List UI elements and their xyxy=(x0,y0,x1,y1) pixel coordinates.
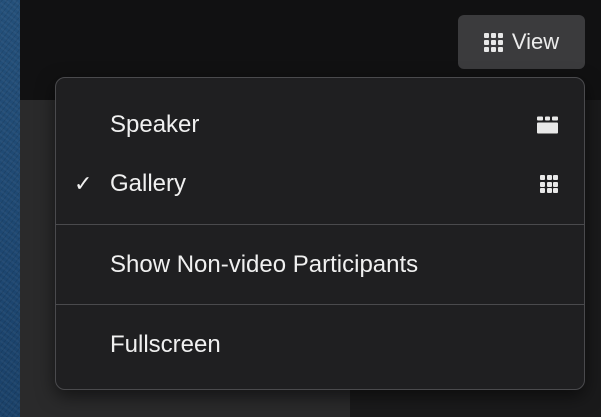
menu-item-label: Show Non-video Participants xyxy=(110,251,419,278)
gallery-grid-icon xyxy=(540,175,558,193)
checkmark-icon: ✓ xyxy=(74,171,93,196)
menu-item-label: Speaker xyxy=(110,111,200,138)
view-button-label: View xyxy=(511,29,560,54)
menu-divider xyxy=(56,224,584,225)
menu-item-show-non-video[interactable]: Show Non-video Participants xyxy=(56,238,584,292)
grid-icon xyxy=(483,32,503,52)
view-button[interactable]: View xyxy=(458,15,585,69)
menu-divider xyxy=(56,304,584,305)
view-menu: Speaker ✓ Gallery Show Non-video Partici… xyxy=(55,77,585,390)
menu-item-label: Fullscreen xyxy=(110,331,221,358)
menu-item-gallery[interactable]: ✓ Gallery xyxy=(56,157,584,211)
menu-item-speaker[interactable]: Speaker xyxy=(56,98,584,152)
speaker-layout-icon xyxy=(537,116,559,134)
menu-item-fullscreen[interactable]: Fullscreen xyxy=(56,318,584,372)
menu-item-label: Gallery xyxy=(110,170,187,197)
